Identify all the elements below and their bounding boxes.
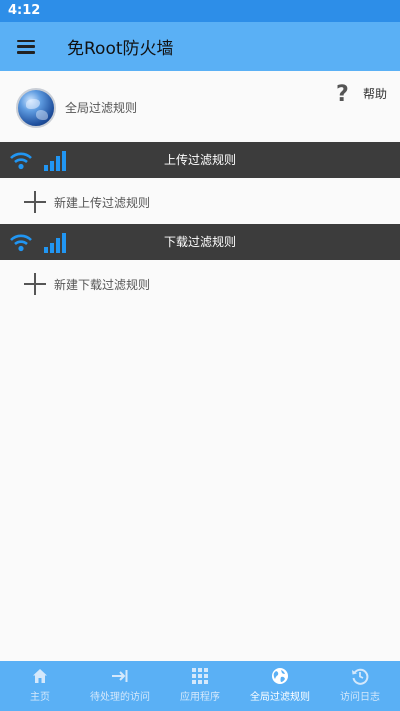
nav-applications-label: 应用程序 — [180, 692, 220, 703]
global-rules-header: 全局过滤规则 ? 帮助 — [0, 80, 400, 136]
status-bar: 4:12 — [0, 0, 400, 22]
globe-icon — [16, 88, 56, 128]
plus-icon — [24, 273, 46, 295]
app-bar: 免Root防火墙 — [0, 22, 400, 71]
grid-icon — [192, 668, 208, 684]
download-section-title: 下载过滤规则 — [163, 235, 236, 249]
nav-home-label: 主页 — [30, 692, 50, 703]
hamburger-menu-icon[interactable] — [17, 39, 35, 54]
nav-applications[interactable]: 应用程序 — [160, 661, 240, 711]
arrow-right-bar-icon — [112, 670, 128, 682]
upload-rules-section-bar: 上传过滤规则 — [0, 142, 400, 178]
nav-pending-access-label: 待处理的访问 — [90, 692, 150, 703]
app-title: 免Root防火墙 — [67, 39, 174, 59]
upload-section-title: 上传过滤规则 — [163, 153, 236, 167]
history-icon — [352, 668, 369, 685]
nav-global-rules[interactable]: 全局过滤规则 — [240, 661, 320, 711]
header-label: 全局过滤规则 — [65, 101, 138, 115]
question-mark-icon[interactable]: ? — [336, 82, 349, 107]
status-time: 4:12 — [8, 3, 41, 18]
help-button[interactable]: 帮助 — [363, 85, 387, 102]
nav-home[interactable]: 主页 — [0, 661, 80, 711]
nav-access-log[interactable]: 访问日志 — [320, 661, 400, 711]
add-upload-rule-label: 新建上传过滤规则 — [54, 196, 151, 210]
globe-icon — [272, 668, 288, 684]
home-icon — [33, 669, 47, 683]
nav-access-log-label: 访问日志 — [340, 692, 380, 703]
add-download-rule-button[interactable]: 新建下载过滤规则 — [0, 264, 400, 304]
add-upload-rule-button[interactable]: 新建上传过滤规则 — [0, 182, 400, 222]
add-download-rule-label: 新建下载过滤规则 — [54, 278, 151, 292]
download-rules-section-bar: 下载过滤规则 — [0, 224, 400, 260]
bottom-navigation: 主页 待处理的访问 应用程序 全局过滤规则 访问日志 — [0, 661, 400, 711]
nav-global-rules-label: 全局过滤规则 — [250, 692, 310, 703]
plus-icon — [24, 191, 46, 213]
nav-pending-access[interactable]: 待处理的访问 — [80, 661, 160, 711]
